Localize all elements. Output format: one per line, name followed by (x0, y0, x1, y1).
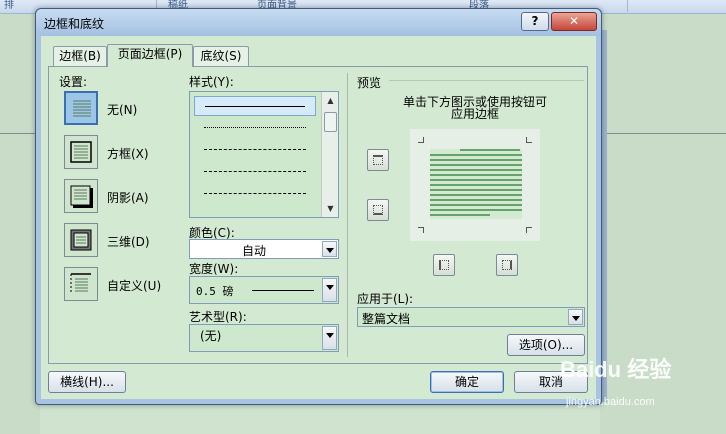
setting-box-label[interactable]: 方框(X) (107, 145, 149, 162)
dialog-title: 边框和底纹 (44, 17, 105, 31)
baidu-watermark: Baidu 经验 jingyan.baidu.com (560, 352, 720, 412)
width-value: 0.5 磅 (196, 285, 234, 298)
margin-guide (0, 133, 36, 134)
preview-area[interactable] (410, 129, 540, 241)
corner-mark (418, 227, 424, 233)
style-heading: 样式(Y): (189, 75, 234, 89)
chevron-down-icon[interactable] (322, 241, 337, 257)
preview-text-line (430, 184, 522, 186)
setting-custom-label[interactable]: 自定义(U) (107, 277, 161, 294)
preview-text-line (430, 204, 522, 206)
chevron-down-icon[interactable] (568, 309, 583, 325)
chevron-down-icon[interactable] (322, 326, 337, 350)
tab-shading[interactable]: 底纹(S) (193, 46, 249, 66)
margin-guide (600, 133, 726, 134)
preview-text-line (430, 209, 522, 211)
dialog-titlebar[interactable]: 边框和底纹 ? ✕ (36, 9, 601, 36)
ribbon-group-label: 排 (4, 0, 14, 11)
right-border-button[interactable] (496, 254, 518, 276)
preview-text-line (460, 149, 520, 151)
chevron-down-icon[interactable] (322, 278, 337, 302)
help-button[interactable]: ? (521, 12, 549, 31)
apply-to-label: 应用于(L): (357, 292, 414, 306)
preview-divider (389, 80, 584, 81)
left-border-button[interactable] (433, 254, 455, 276)
setting-none-label[interactable]: 无(N) (107, 101, 137, 118)
art-label: 艺术型(R): (189, 310, 247, 324)
setting-box-icon[interactable] (64, 135, 98, 169)
panel-divider (347, 73, 348, 357)
scroll-down-icon[interactable]: ▼ (324, 202, 337, 215)
setting-none-icon[interactable] (64, 91, 98, 125)
preview-text-line (430, 194, 522, 196)
preview-text-line (430, 154, 522, 156)
style-listbox[interactable]: ▲ ▼ (189, 91, 339, 218)
apply-to-select[interactable]: 整篇文档 (357, 307, 585, 327)
ribbon-separator (627, 0, 628, 12)
ok-button[interactable]: 确定 (430, 371, 504, 393)
color-select[interactable]: 自动 (189, 239, 339, 259)
bottom-border-button[interactable] (367, 199, 389, 221)
setting-shadow-label[interactable]: 阴影(A) (107, 189, 149, 206)
style-option-solid[interactable] (194, 96, 316, 116)
preview-hint-line2: 应用边框 (451, 107, 500, 121)
preview-text-line (430, 179, 522, 181)
close-button[interactable]: ✕ (551, 12, 597, 31)
width-label: 宽度(W): (189, 262, 239, 276)
preview-text-line (430, 189, 522, 191)
setting-3d-icon[interactable] (64, 223, 98, 257)
horizontal-line-button[interactable]: 横线(H)... (48, 371, 126, 393)
preview-page (430, 149, 522, 219)
apply-to-value: 整篇文档 (362, 312, 411, 326)
page-border-panel: 设置: 无(N) 方框(X) 阴影(A) 三维(D) 自定义(U) 样式(Y):… (48, 66, 588, 364)
style-scrollbar[interactable]: ▲ ▼ (321, 92, 338, 217)
preview-text-line (430, 159, 522, 161)
top-border-button[interactable] (367, 149, 389, 171)
dialog-client: 边框(B) 页面边框(P) 底纹(S) 设置: 无(N) 方框(X) 阴影(A)… (41, 36, 596, 399)
corner-mark (526, 137, 532, 143)
preview-heading: 预览 (357, 76, 382, 90)
preview-text-line (430, 164, 522, 166)
preview-text-line (430, 214, 490, 216)
scroll-thumb[interactable] (324, 112, 337, 132)
preview-text-line (430, 199, 522, 201)
corner-mark (418, 137, 424, 143)
setting-shadow-icon[interactable] (64, 179, 98, 213)
tab-borders[interactable]: 边框(B) (53, 46, 107, 66)
width-select[interactable]: 0.5 磅 (189, 276, 339, 304)
settings-heading: 设置: (59, 75, 88, 89)
art-select[interactable]: (无) (189, 324, 339, 352)
style-option-dashed-small[interactable] (194, 140, 316, 160)
style-option-dotted[interactable] (194, 118, 316, 138)
color-value: 自动 (242, 244, 267, 258)
watermark-url: jingyan.baidu.com (566, 396, 655, 408)
setting-3d-label[interactable]: 三维(D) (107, 233, 150, 250)
setting-custom-icon[interactable] (64, 267, 98, 301)
scroll-up-icon[interactable]: ▲ (324, 94, 337, 107)
style-option-dash-dot[interactable] (194, 184, 316, 204)
preview-text-line (430, 174, 522, 176)
tab-page-border[interactable]: 页面边框(P) (107, 44, 193, 67)
watermark-brand: Baidu 经验 (560, 357, 672, 382)
borders-shading-dialog: 边框和底纹 ? ✕ 边框(B) 页面边框(P) 底纹(S) 设置: 无(N) 方… (35, 8, 602, 405)
art-value: (无) (200, 329, 222, 343)
style-option-dashed[interactable] (194, 162, 316, 182)
preview-text-line (430, 169, 522, 171)
width-line-sample (252, 290, 314, 291)
corner-mark (526, 227, 532, 233)
